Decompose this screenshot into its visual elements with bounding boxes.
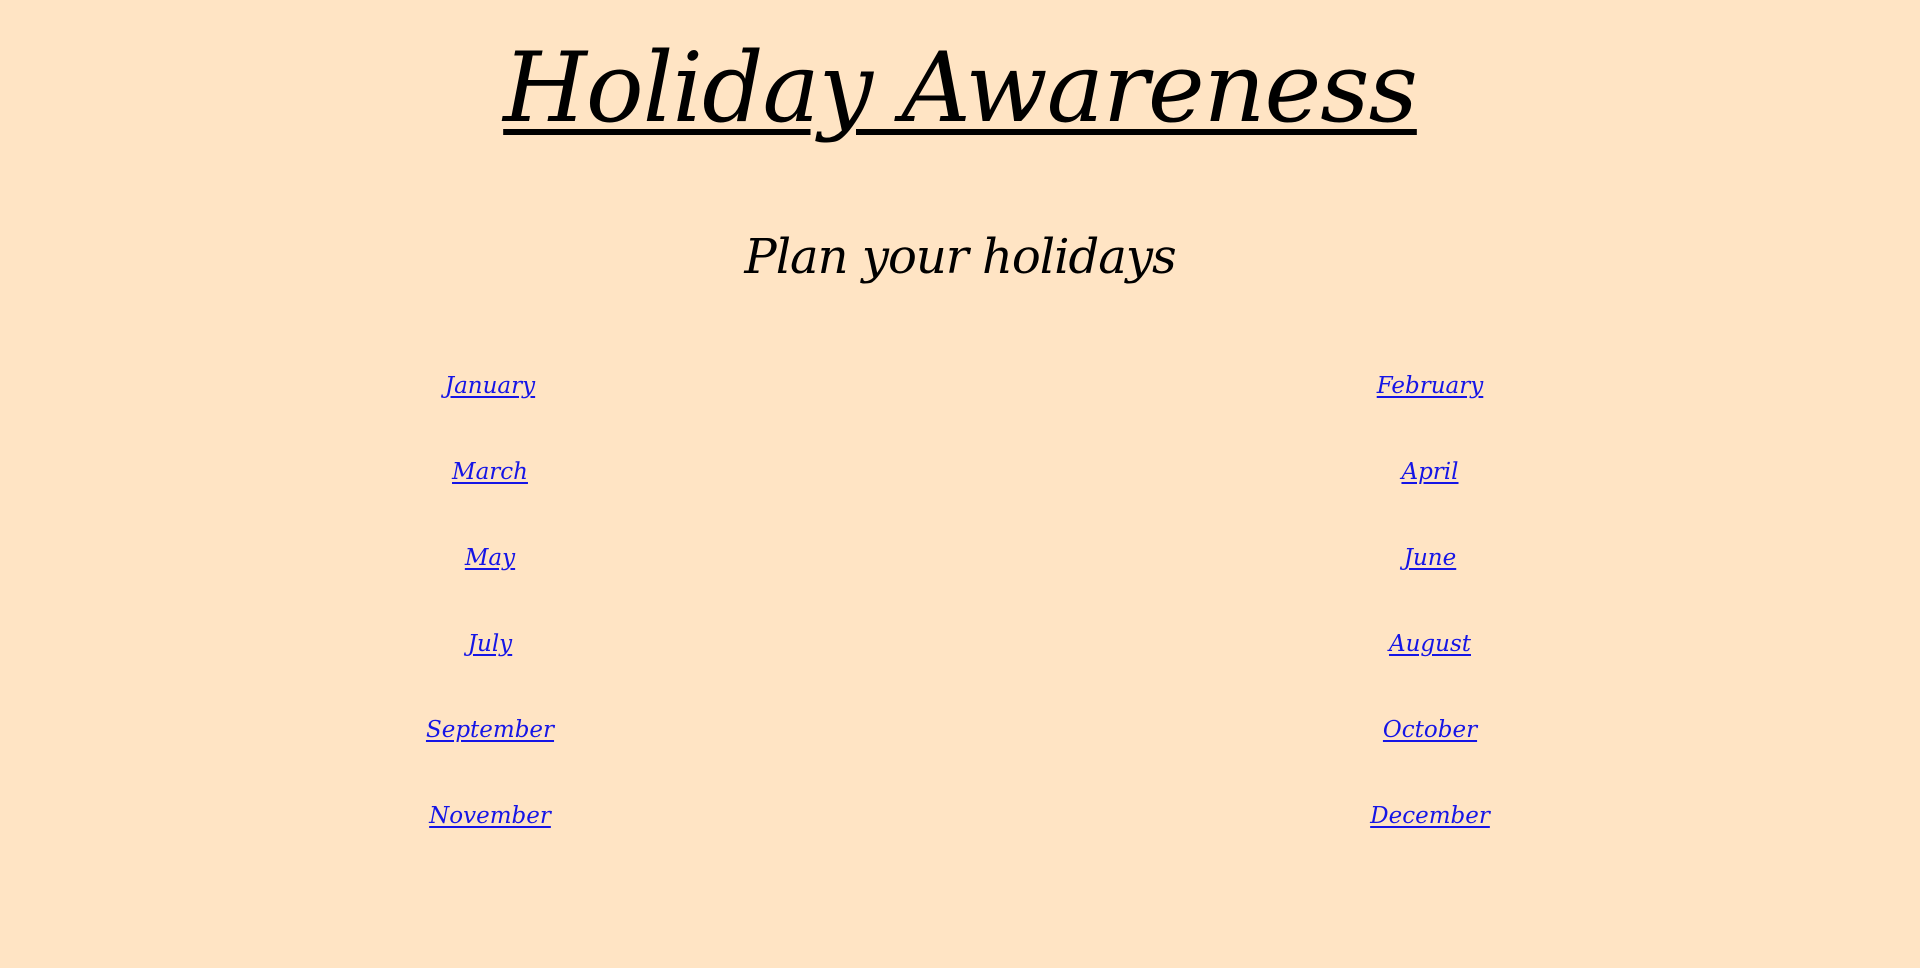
month-row: May June <box>0 536 1920 622</box>
holiday-page: Holiday Awareness Plan your holidays Jan… <box>0 0 1920 968</box>
month-cell: May <box>290 536 690 581</box>
month-row: January February <box>0 364 1920 450</box>
month-link-march[interactable]: March <box>452 459 528 485</box>
month-link-may[interactable]: May <box>465 545 515 571</box>
month-cell: January <box>290 364 690 409</box>
month-row: March April <box>0 450 1920 536</box>
page-subtitle: Plan your holidays <box>744 229 1176 285</box>
month-cell: April <box>1230 450 1630 495</box>
month-link-january[interactable]: January <box>445 373 535 399</box>
month-row: July August <box>0 622 1920 708</box>
month-link-november[interactable]: November <box>429 803 551 829</box>
month-cell: November <box>290 794 690 839</box>
month-cell: October <box>1230 708 1630 753</box>
month-row: November December <box>0 794 1920 880</box>
month-link-december[interactable]: December <box>1370 803 1490 829</box>
page-title: Holiday Awareness <box>503 32 1418 144</box>
month-link-october[interactable]: October <box>1383 717 1477 743</box>
month-cell: August <box>1230 622 1630 667</box>
month-cell: July <box>290 622 690 667</box>
month-cell: February <box>1230 364 1630 409</box>
month-cell: December <box>1230 794 1630 839</box>
month-link-september[interactable]: September <box>426 717 554 743</box>
month-link-august[interactable]: August <box>1389 631 1471 657</box>
months-grid: January February March April May June Ju… <box>0 364 1920 880</box>
month-cell: June <box>1230 536 1630 581</box>
month-link-june[interactable]: June <box>1404 545 1456 571</box>
month-link-april[interactable]: April <box>1401 459 1458 485</box>
month-link-july[interactable]: July <box>468 631 512 657</box>
month-link-february[interactable]: February <box>1377 373 1484 399</box>
month-row: September October <box>0 708 1920 794</box>
month-cell: March <box>290 450 690 495</box>
month-cell: September <box>290 708 690 753</box>
